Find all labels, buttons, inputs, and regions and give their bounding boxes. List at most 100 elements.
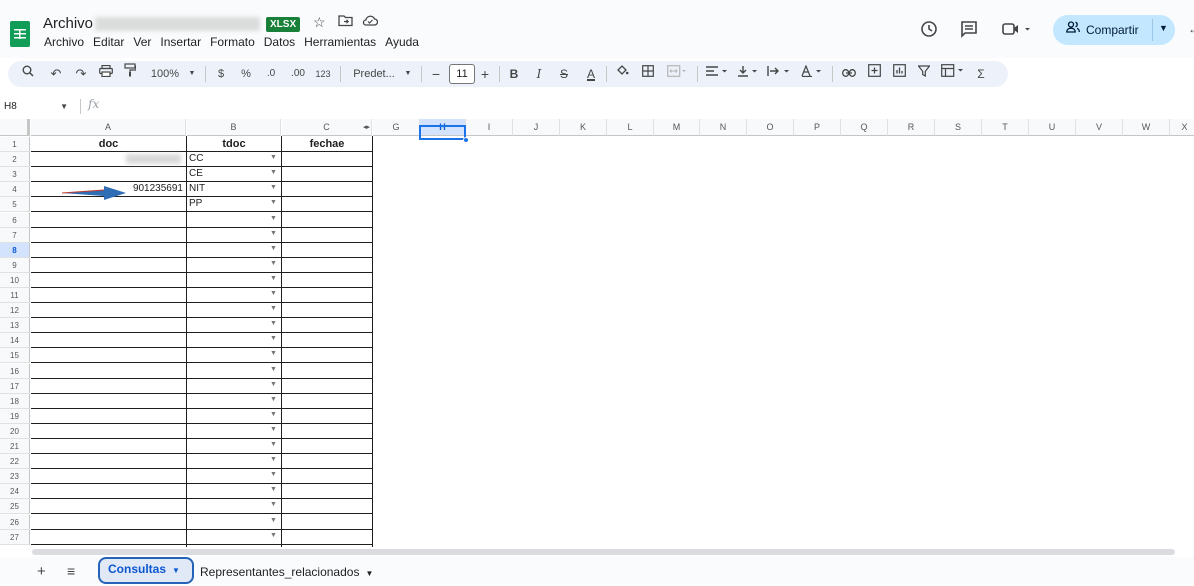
cell-fechae[interactable] bbox=[282, 484, 372, 500]
dropdown-chevron-icon[interactable]: ▼ bbox=[270, 501, 277, 508]
dropdown-chevron-icon[interactable]: ▼ bbox=[270, 441, 277, 448]
menu-formato[interactable]: Formato bbox=[210, 35, 255, 49]
cell-doc[interactable] bbox=[31, 167, 186, 183]
cloud-status-icon[interactable] bbox=[362, 14, 379, 30]
active-cell-selection[interactable] bbox=[419, 125, 466, 140]
strikethrough-button[interactable]: S bbox=[557, 61, 571, 87]
cell-tdoc[interactable] bbox=[187, 243, 281, 258]
tab-representantes-relacionados[interactable]: Representantes_relacionados ▼ bbox=[192, 560, 381, 584]
column-header-q[interactable]: Q bbox=[841, 119, 888, 136]
dropdown-chevron-icon[interactable]: ▼ bbox=[270, 275, 277, 282]
dropdown-chevron-icon[interactable]: ▼ bbox=[270, 366, 277, 373]
increase-decimal-button[interactable]: .00 bbox=[288, 61, 308, 87]
cell-fechae[interactable] bbox=[282, 258, 372, 273]
cell-tdoc[interactable] bbox=[187, 424, 281, 439]
insert-comment-icon[interactable] bbox=[865, 61, 883, 87]
menu-ver[interactable]: Ver bbox=[133, 35, 151, 49]
dropdown-chevron-icon[interactable]: ▼ bbox=[270, 290, 277, 297]
column-header-g[interactable]: G bbox=[373, 119, 420, 136]
tab-dropdown-icon[interactable]: ▼ bbox=[172, 566, 180, 575]
dropdown-chevron-icon[interactable]: ▼ bbox=[270, 320, 277, 327]
row-header-27[interactable]: 27 bbox=[0, 529, 30, 545]
cell-doc[interactable] bbox=[31, 484, 186, 500]
text-color-button[interactable]: A bbox=[582, 61, 600, 87]
add-sheet-icon[interactable]: + bbox=[37, 563, 46, 580]
all-sheets-icon[interactable]: ≡ bbox=[67, 563, 75, 579]
cell-tdoc[interactable] bbox=[187, 454, 281, 470]
italic-button[interactable]: I bbox=[532, 61, 546, 87]
row-header-2[interactable]: 2 bbox=[0, 152, 30, 168]
cell-doc[interactable] bbox=[31, 228, 186, 243]
share-dropdown-icon[interactable]: ▼ bbox=[1159, 23, 1168, 33]
dropdown-chevron-icon[interactable]: ▼ bbox=[270, 411, 277, 418]
dropdown-chevron-icon[interactable]: ▼ bbox=[270, 426, 277, 433]
dropdown-chevron-icon[interactable]: ▼ bbox=[270, 169, 277, 176]
cell-doc[interactable] bbox=[31, 379, 186, 394]
row-header-23[interactable]: 23 bbox=[0, 469, 30, 485]
insert-link-icon[interactable] bbox=[840, 61, 858, 87]
row-header-16[interactable]: 16 bbox=[0, 363, 30, 379]
cell-doc[interactable] bbox=[31, 530, 186, 545]
row-header-7[interactable]: 7 bbox=[0, 227, 30, 243]
cell-tdoc[interactable] bbox=[187, 288, 281, 304]
column-header-s[interactable]: S bbox=[935, 119, 982, 136]
cell-fechae[interactable] bbox=[282, 288, 372, 304]
cell-doc[interactable] bbox=[31, 348, 186, 364]
cell-tdoc[interactable] bbox=[187, 273, 281, 288]
column-header-j[interactable]: J bbox=[513, 119, 560, 136]
cell-tdoc[interactable] bbox=[187, 228, 281, 243]
version-history-icon[interactable] bbox=[920, 20, 938, 43]
filter-icon[interactable] bbox=[915, 61, 933, 87]
row-header-3[interactable]: 3 bbox=[0, 167, 30, 183]
column-header-b[interactable]: B bbox=[187, 119, 281, 136]
column-header-l[interactable]: L bbox=[607, 119, 654, 136]
spreadsheet-grid[interactable]: ABCGHIJKLMNOPQRSTUVWX 1 2 3 4 5 6 7 8 9 10 11 12 13 1… bbox=[0, 119, 1194, 547]
column-header-v[interactable]: V bbox=[1076, 119, 1123, 136]
dropdown-chevron-icon[interactable]: ▼ bbox=[270, 486, 277, 493]
row-header-15[interactable]: 15 bbox=[0, 348, 30, 364]
dropdown-chevron-icon[interactable]: ▼ bbox=[270, 230, 277, 237]
tab-dropdown-icon[interactable]: ▼ bbox=[365, 569, 373, 578]
column-header-r[interactable]: R bbox=[888, 119, 935, 136]
cell-tdoc[interactable] bbox=[187, 258, 281, 273]
cell-fechae[interactable] bbox=[282, 243, 372, 258]
undo-icon[interactable]: ↶ bbox=[48, 61, 64, 87]
cell-fechae[interactable] bbox=[282, 424, 372, 439]
cell-fechae[interactable] bbox=[282, 439, 372, 455]
currency-format-button[interactable]: $ bbox=[213, 61, 229, 87]
cell-tdoc[interactable]: CE bbox=[187, 167, 281, 183]
increase-font-size-icon[interactable]: + bbox=[478, 61, 492, 87]
header-cell-doc[interactable]: doc bbox=[31, 137, 186, 153]
row-header-25[interactable]: 25 bbox=[0, 499, 30, 515]
filter-views-icon[interactable] bbox=[940, 61, 968, 87]
comments-icon[interactable] bbox=[960, 20, 978, 43]
name-box-dropdown-icon[interactable]: ▼ bbox=[60, 97, 68, 116]
cell-tdoc[interactable] bbox=[187, 469, 281, 485]
merge-cells-icon[interactable] bbox=[665, 61, 689, 87]
dropdown-chevron-icon[interactable]: ▼ bbox=[270, 532, 277, 539]
cell-fechae[interactable] bbox=[282, 167, 372, 183]
row-header-26[interactable]: 26 bbox=[0, 514, 30, 530]
sheets-logo-icon[interactable] bbox=[10, 21, 30, 47]
cell-tdoc[interactable] bbox=[187, 333, 281, 349]
vertical-align-icon[interactable] bbox=[736, 61, 762, 87]
row-header-19[interactable]: 19 bbox=[0, 408, 30, 424]
cell-fechae[interactable] bbox=[282, 303, 372, 319]
cell-fechae[interactable] bbox=[282, 182, 372, 198]
print-icon[interactable] bbox=[97, 61, 115, 87]
column-header-n[interactable]: N bbox=[700, 119, 747, 136]
cell-doc[interactable] bbox=[31, 333, 186, 349]
borders-icon[interactable] bbox=[640, 61, 656, 87]
cell-fechae[interactable] bbox=[282, 394, 372, 409]
dropdown-chevron-icon[interactable]: ▼ bbox=[270, 199, 277, 206]
header-cell-tdoc[interactable]: tdoc bbox=[187, 137, 281, 153]
decrease-font-size-icon[interactable]: − bbox=[429, 61, 443, 87]
text-rotation-icon[interactable] bbox=[800, 61, 826, 87]
horizontal-scrollbar[interactable] bbox=[32, 549, 1175, 555]
cell-tdoc[interactable] bbox=[187, 530, 281, 545]
cell-doc[interactable] bbox=[31, 499, 186, 515]
dropdown-chevron-icon[interactable]: ▼ bbox=[270, 350, 277, 357]
row-header-5[interactable]: 5 bbox=[0, 197, 30, 213]
cell-doc[interactable] bbox=[31, 409, 186, 424]
cell-fechae[interactable] bbox=[282, 213, 372, 228]
